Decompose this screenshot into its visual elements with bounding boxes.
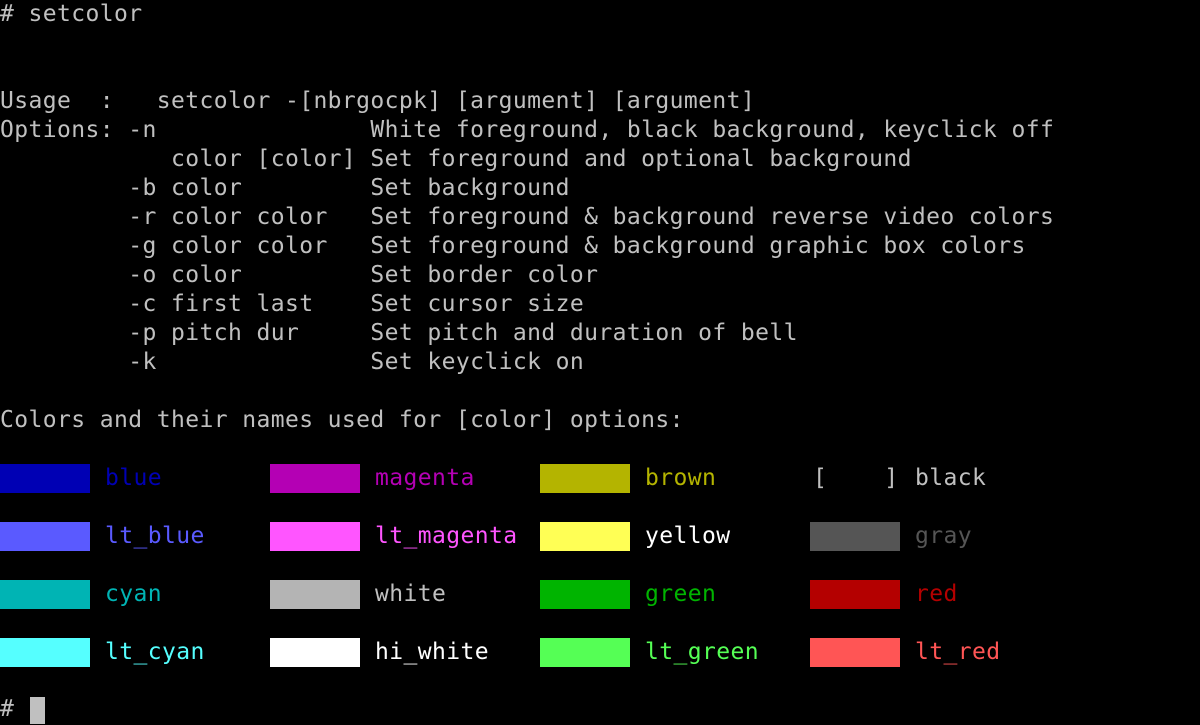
color-swatch-brown	[540, 464, 630, 493]
option-line: -p pitch dur Set pitch and duration of b…	[0, 320, 798, 346]
color-swatch-gray	[810, 522, 900, 551]
option-line: -r color color Set foreground & backgrou…	[0, 204, 1055, 230]
color-swatch-red	[810, 580, 900, 609]
option-line: color [color] Set foreground and optiona…	[0, 146, 912, 172]
command-line: # setcolor	[0, 1, 143, 27]
option-line: -g color color Set foreground & backgrou…	[0, 233, 1026, 259]
color-name-magenta: magenta	[375, 465, 475, 491]
color-name-black: black	[915, 465, 987, 491]
color-name-gray: gray	[915, 523, 972, 549]
option-line: -k Set keyclick on	[0, 349, 585, 375]
color-name-lt-blue: lt_blue	[105, 523, 205, 549]
color-swatch-green	[540, 580, 630, 609]
color-name-green: green	[645, 581, 717, 607]
color-swatch-lt-cyan	[0, 638, 90, 667]
color-name-cyan: cyan	[105, 581, 162, 607]
color-swatch-blue	[0, 464, 90, 493]
usage-line: Usage : setcolor -[nbrgocpk] [argument] …	[0, 88, 756, 114]
color-swatch-lt-magenta	[270, 522, 360, 551]
terminal-window[interactable]: # setcolor Usage : setcolor -[nbrgocpk] …	[0, 0, 1200, 725]
color-name-hi-white: hi_white	[375, 639, 489, 665]
color-swatch-lt-red	[810, 638, 900, 667]
color-name-yellow: yellow	[645, 523, 731, 549]
text-cursor	[30, 697, 45, 724]
color-swatch-lt-blue	[0, 522, 90, 551]
color-swatch-white	[270, 580, 360, 609]
option-line: -o color Set border color	[0, 262, 599, 288]
color-name-brown: brown	[645, 465, 717, 491]
black-swatch: [ ]	[813, 465, 899, 491]
prompt: #	[0, 696, 14, 722]
colors-heading: Colors and their names used for [color] …	[0, 407, 684, 433]
color-name-red: red	[915, 581, 958, 607]
color-name-lt-red: lt_red	[915, 639, 1001, 665]
color-swatch-yellow	[540, 522, 630, 551]
option-line: Options: -n White foreground, black back…	[0, 117, 1055, 143]
option-line: -c first last Set cursor size	[0, 291, 585, 317]
color-name-white: white	[375, 581, 447, 607]
color-swatch-hi-white	[270, 638, 360, 667]
color-swatch-lt-green	[540, 638, 630, 667]
color-name-blue: blue	[105, 465, 162, 491]
color-swatch-magenta	[270, 464, 360, 493]
color-name-lt-cyan: lt_cyan	[105, 639, 205, 665]
color-swatch-cyan	[0, 580, 90, 609]
option-line: -b color Set background	[0, 175, 570, 201]
color-name-lt-magenta: lt_magenta	[375, 523, 518, 549]
color-name-lt-green: lt_green	[645, 639, 759, 665]
